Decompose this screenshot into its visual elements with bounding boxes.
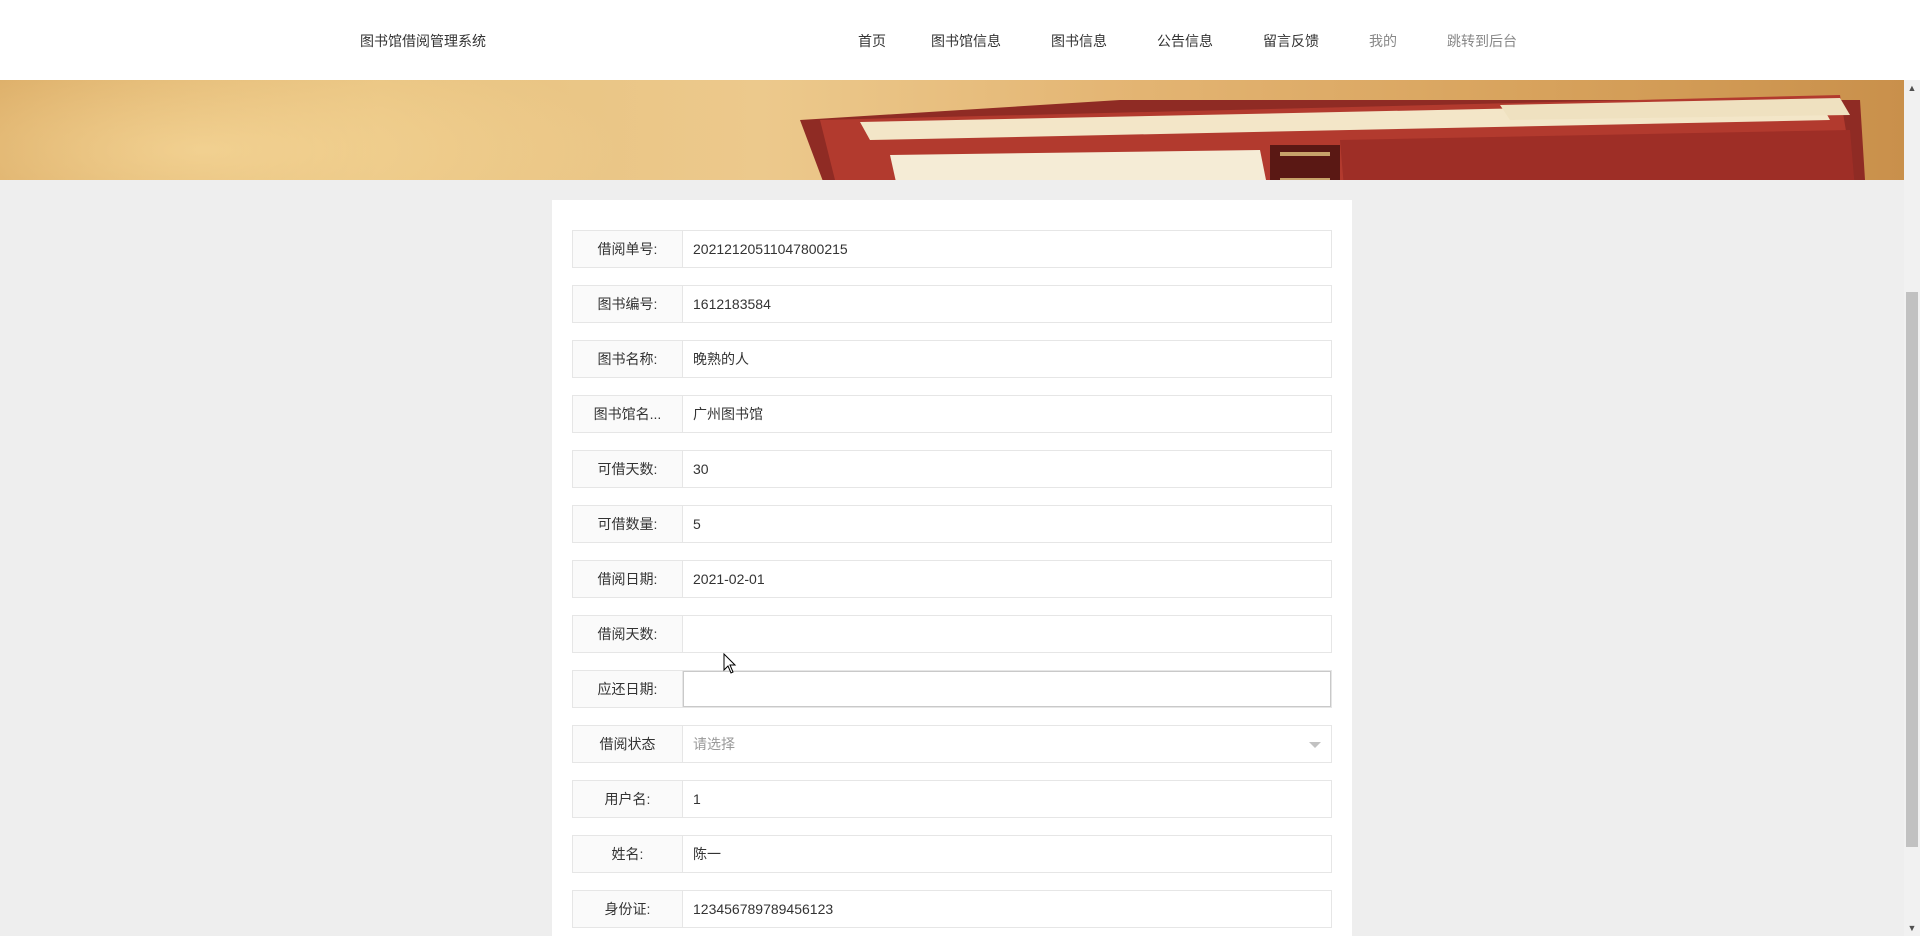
nav-library-info[interactable]: 图书馆信息	[931, 31, 1001, 51]
field-label: 用户名:	[573, 781, 683, 817]
page-scrollbar[interactable]: ▲ ▼	[1904, 80, 1920, 936]
field-label: 可借数量:	[573, 506, 683, 542]
borrow-status-select[interactable]: 请选择	[683, 726, 1331, 762]
field-label: 借阅日期:	[573, 561, 683, 597]
field-loan-quantity: 可借数量:	[572, 505, 1332, 543]
field-label: 借阅单号:	[573, 231, 683, 267]
id-card-input[interactable]	[683, 891, 1331, 927]
borrow-days-input[interactable]	[683, 616, 1331, 652]
nav-book-info[interactable]: 图书信息	[1051, 31, 1107, 51]
site-brand[interactable]: 图书馆借阅管理系统	[360, 31, 486, 51]
field-due-date: 应还日期:	[572, 670, 1332, 708]
field-label: 姓名:	[573, 836, 683, 872]
field-library-name: 图书馆名...	[572, 395, 1332, 433]
borrow-form-card: 借阅单号: 图书编号: 图书名称: 图书馆名... 可借天数: 可借数量: 借阅…	[552, 200, 1352, 936]
scrollbar-thumb[interactable]	[1906, 292, 1918, 847]
field-label: 借阅天数:	[573, 616, 683, 652]
full-name-input[interactable]	[683, 836, 1331, 872]
library-name-input[interactable]	[683, 396, 1331, 432]
field-label: 图书名称:	[573, 341, 683, 377]
field-label: 借阅状态	[573, 726, 683, 762]
loan-days-allowed-input[interactable]	[683, 451, 1331, 487]
hero-banner	[0, 80, 1904, 180]
book-name-input[interactable]	[683, 341, 1331, 377]
field-borrow-date: 借阅日期:	[572, 560, 1332, 598]
field-label: 可借天数:	[573, 451, 683, 487]
scroll-up-arrow-icon[interactable]: ▲	[1904, 80, 1920, 96]
nav-admin[interactable]: 跳转到后台	[1447, 31, 1517, 51]
field-full-name: 姓名:	[572, 835, 1332, 873]
main-nav: 首页 图书馆信息 图书信息 公告信息 留言反馈 我的 跳转到后台	[858, 31, 1517, 51]
nav-home[interactable]: 首页	[858, 31, 886, 51]
username-input[interactable]	[683, 781, 1331, 817]
borrow-no-input[interactable]	[683, 231, 1331, 267]
field-loan-days-allowed: 可借天数:	[572, 450, 1332, 488]
field-label: 应还日期:	[573, 671, 683, 707]
field-label: 身份证:	[573, 891, 683, 927]
field-label: 图书馆名...	[573, 396, 683, 432]
nav-mine[interactable]: 我的	[1369, 31, 1397, 51]
top-navbar: 图书馆借阅管理系统 首页 图书馆信息 图书信息 公告信息 留言反馈 我的 跳转到…	[0, 0, 1920, 80]
due-date-input[interactable]	[683, 671, 1331, 707]
chevron-down-icon	[1309, 742, 1321, 748]
nav-announcements[interactable]: 公告信息	[1157, 31, 1213, 51]
loan-quantity-input[interactable]	[683, 506, 1331, 542]
field-username: 用户名:	[572, 780, 1332, 818]
book-banner-image	[800, 95, 1865, 180]
field-book-name: 图书名称:	[572, 340, 1332, 378]
field-borrow-status: 借阅状态 请选择	[572, 725, 1332, 763]
field-book-no: 图书编号:	[572, 285, 1332, 323]
scroll-down-arrow-icon[interactable]: ▼	[1904, 920, 1920, 936]
field-borrow-no: 借阅单号:	[572, 230, 1332, 268]
field-borrow-days: 借阅天数:	[572, 615, 1332, 653]
book-no-input[interactable]	[683, 286, 1331, 322]
field-label: 图书编号:	[573, 286, 683, 322]
select-placeholder: 请选择	[693, 736, 735, 752]
field-id-card: 身份证:	[572, 890, 1332, 928]
borrow-date-input[interactable]	[683, 561, 1331, 597]
mouse-pointer-icon	[723, 653, 737, 674]
nav-feedback[interactable]: 留言反馈	[1263, 31, 1319, 51]
